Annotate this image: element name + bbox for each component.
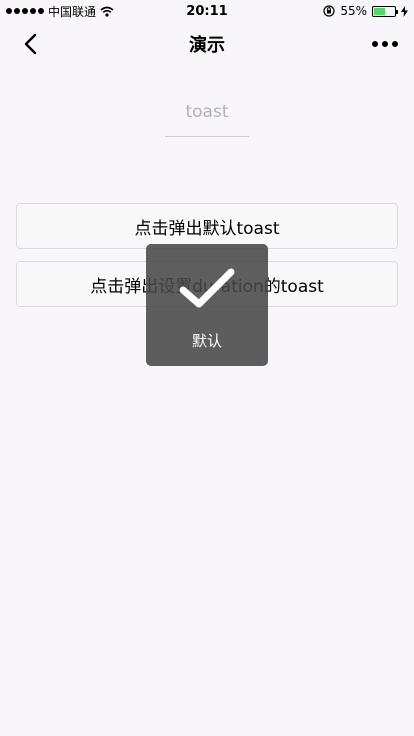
- nav-bar: 演示: [0, 22, 414, 66]
- toast: 默认: [146, 244, 268, 366]
- battery-percent: 55%: [340, 4, 367, 18]
- battery-fill: [374, 7, 385, 15]
- status-left: 中国联通: [6, 3, 114, 20]
- back-button[interactable]: [18, 32, 42, 56]
- default-toast-button[interactable]: 点击弹出默认toast: [16, 203, 398, 249]
- more-dots-icon: [372, 41, 378, 47]
- chevron-left-icon: [24, 33, 37, 55]
- orientation-lock-icon: [323, 5, 335, 17]
- battery-icon: [372, 5, 398, 17]
- label-underline: [165, 136, 249, 137]
- default-toast-button-label: 点击弹出默认toast: [134, 218, 280, 239]
- carrier-label: 中国联通: [48, 4, 97, 19]
- status-bar: 中国联通 20:11 55%: [0, 0, 414, 22]
- page-title: 演示: [189, 35, 225, 56]
- checkmark-icon: [179, 268, 235, 308]
- status-right: 55%: [323, 4, 408, 18]
- toast-text: 默认: [191, 332, 222, 350]
- signal-icon: [6, 8, 44, 14]
- charging-icon: [401, 5, 408, 17]
- toast-label: toast: [185, 102, 229, 122]
- more-button[interactable]: [372, 32, 398, 56]
- wifi-icon: [100, 6, 114, 17]
